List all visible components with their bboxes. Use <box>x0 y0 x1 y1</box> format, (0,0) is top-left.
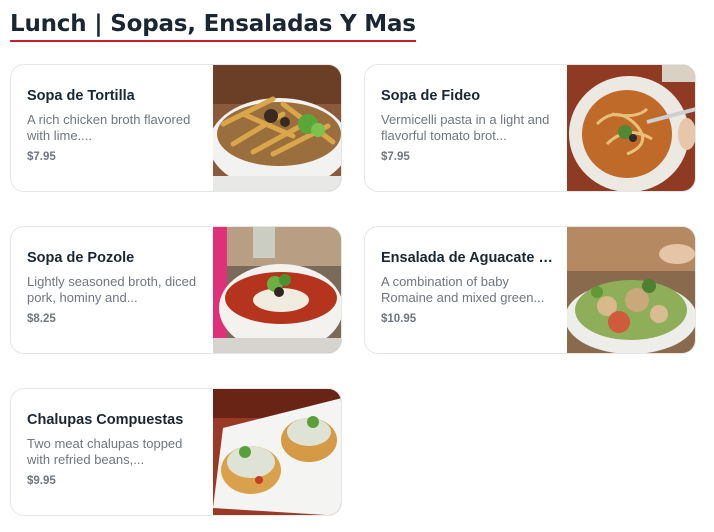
item-description: Vermicelli pasta in a light and flavorfu… <box>381 112 550 143</box>
menu-item-card[interactable]: Ensalada de Aguacate y L... A combinatio… <box>364 226 696 354</box>
menu-item-card[interactable]: Sopa de Tortilla A rich chicken broth fl… <box>10 64 342 192</box>
item-price: $7.95 <box>27 151 56 163</box>
item-name: Ensalada de Aguacate y L... <box>381 250 553 266</box>
item-photo <box>213 227 341 353</box>
menu-item-card[interactable]: Chalupas Compuestas Two meat chalupas to… <box>10 388 342 516</box>
item-name: Sopa de Pozole <box>27 250 135 266</box>
item-price: $9.95 <box>27 475 56 487</box>
item-description: A rich chicken broth flavored with lime.… <box>27 112 191 143</box>
item-description: Two meat chalupas topped with refried be… <box>27 436 183 467</box>
menu-item-card[interactable]: Sopa de Fideo Vermicelli pasta in a ligh… <box>364 64 696 192</box>
item-description: Lightly seasoned broth, diced pork, homi… <box>27 274 197 305</box>
item-photo <box>567 227 695 353</box>
section-title: Lunch | Sopas, Ensaladas Y Mas <box>10 8 416 42</box>
item-photo <box>213 65 341 191</box>
item-photo <box>213 389 341 515</box>
item-price: $10.95 <box>381 313 417 325</box>
item-price: $7.95 <box>381 151 410 163</box>
item-name: Chalupas Compuestas <box>27 412 184 428</box>
item-description: A combination of baby Romaine and mixed … <box>381 274 545 305</box>
item-name: Sopa de Tortilla <box>27 88 135 104</box>
item-name: Sopa de Fideo <box>381 88 481 104</box>
item-photo <box>567 65 695 191</box>
item-price: $8.25 <box>27 313 56 325</box>
menu-item-card[interactable]: Sopa de Pozole Lightly seasoned broth, d… <box>10 226 342 354</box>
